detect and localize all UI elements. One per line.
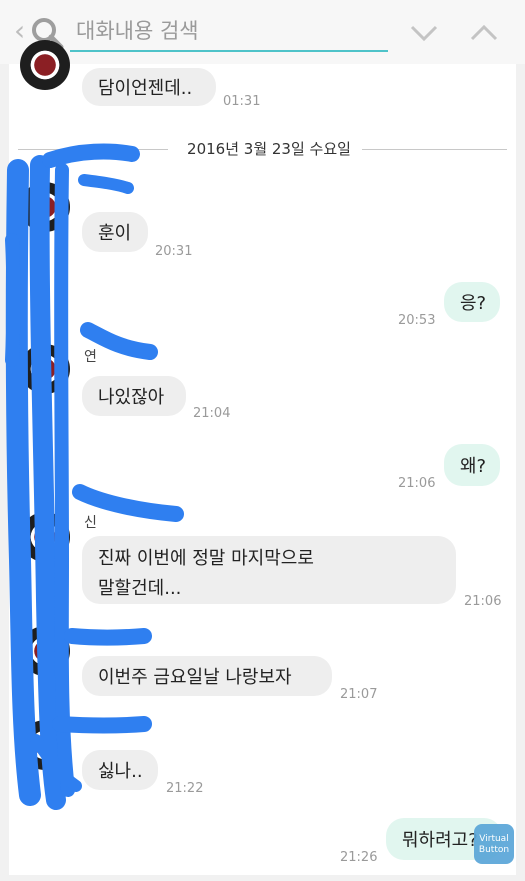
message-bubble[interactable]: 훈이 bbox=[82, 212, 148, 252]
message-time: 21:04 bbox=[193, 406, 231, 421]
message-bubble-outgoing[interactable]: 응? bbox=[444, 282, 500, 322]
avatar[interactable] bbox=[20, 40, 70, 90]
message-time: 20:53 bbox=[398, 313, 436, 328]
avatar[interactable] bbox=[20, 182, 70, 232]
virtual-button-label: Virtual bbox=[479, 834, 509, 844]
chevron-up-icon[interactable] bbox=[468, 18, 500, 48]
message-time: 21:06 bbox=[464, 594, 502, 609]
message-text: 나있잖아 bbox=[98, 387, 165, 408]
message-text: 응? bbox=[460, 293, 487, 314]
divider-line bbox=[362, 149, 507, 150]
message-text: 훈이 bbox=[98, 223, 132, 244]
message-time: 21:06 bbox=[398, 476, 436, 491]
chevron-down-icon[interactable] bbox=[408, 18, 440, 48]
message-bubble[interactable]: 싫나.. bbox=[82, 750, 158, 790]
virtual-button-label: Button bbox=[478, 845, 510, 855]
avatar[interactable] bbox=[20, 720, 70, 770]
message-text: 이번주 금요일날 나랑보자 bbox=[98, 667, 292, 688]
message-bubble-outgoing[interactable]: 왜? bbox=[444, 444, 500, 486]
message-time: 01:31 bbox=[223, 94, 261, 109]
message-text: 담이언젠데.. bbox=[98, 78, 193, 99]
message-bubble[interactable]: 이번주 금요일날 나랑보자 bbox=[82, 656, 332, 696]
avatar[interactable] bbox=[20, 344, 70, 394]
message-time: 21:26 bbox=[340, 850, 378, 865]
message-bubble[interactable]: 담이언젠데.. bbox=[82, 68, 216, 106]
message-text-line: 말할건데... bbox=[98, 578, 182, 599]
message-time: 21:22 bbox=[166, 781, 204, 796]
search-input[interactable] bbox=[70, 12, 388, 52]
message-bubble[interactable]: 나있잖아 bbox=[82, 376, 186, 416]
message-text: 뭐하려고? bbox=[402, 830, 478, 851]
virtual-button[interactable]: Virtual Button bbox=[474, 824, 514, 864]
divider-line bbox=[18, 149, 168, 150]
message-text: 왜? bbox=[460, 456, 487, 477]
message-time: 20:31 bbox=[155, 244, 193, 259]
message-bubble[interactable]: 진짜 이번에 정말 마지막으로 말할건데... bbox=[82, 536, 456, 604]
sender-name: 연 bbox=[84, 349, 97, 365]
app-frame bbox=[0, 0, 525, 881]
message-text: 싫나.. bbox=[98, 761, 143, 782]
chat-area[interactable] bbox=[9, 60, 516, 875]
search-bar: ‹ bbox=[0, 0, 525, 64]
date-divider: 2016년 3월 23일 수요일 bbox=[9, 138, 516, 162]
sender-name: 신 bbox=[84, 515, 97, 531]
message-text-line: 진짜 이번에 정말 마지막으로 bbox=[98, 548, 314, 569]
avatar[interactable] bbox=[20, 512, 70, 562]
message-time: 21:07 bbox=[340, 687, 378, 702]
avatar[interactable] bbox=[20, 626, 70, 676]
date-label: 2016년 3월 23일 수요일 bbox=[187, 140, 351, 158]
